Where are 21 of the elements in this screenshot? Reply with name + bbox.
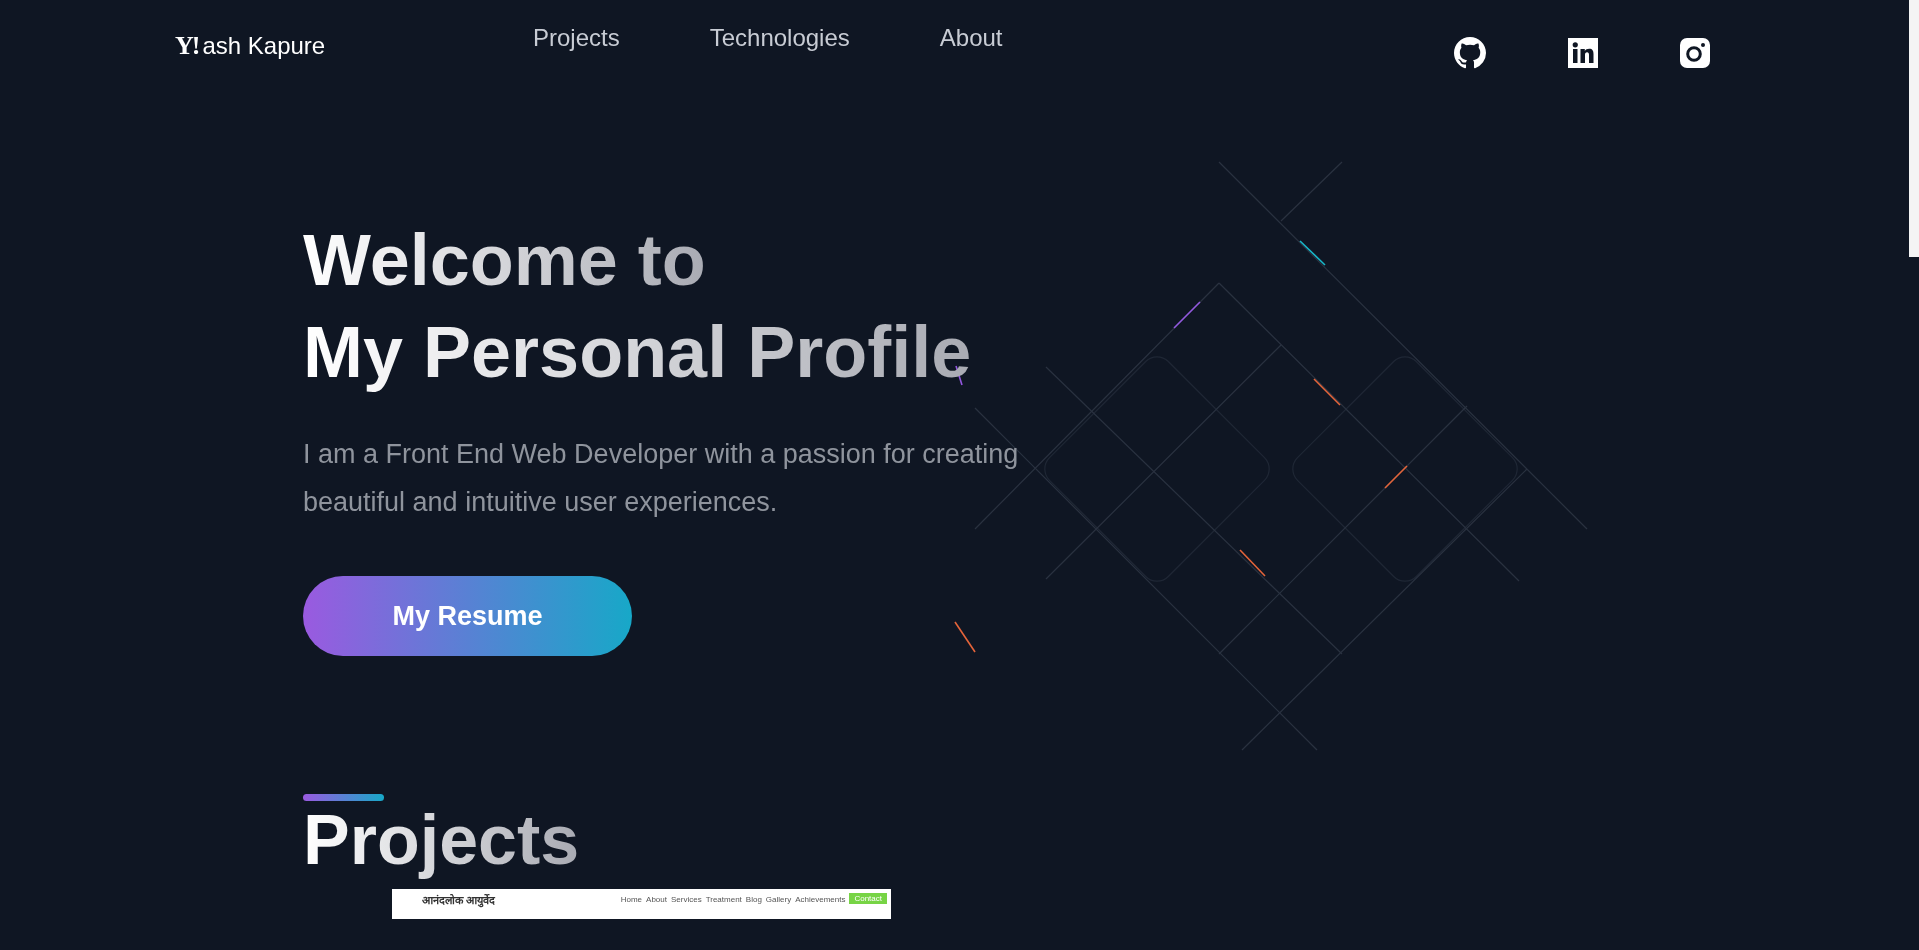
site-nav-link: About	[646, 895, 667, 904]
site-nav-link: Blog	[745, 895, 762, 904]
site-nav-link: Services	[670, 895, 702, 904]
resume-button[interactable]: My Resume	[303, 576, 632, 656]
contact-button: Contact	[849, 893, 887, 904]
scrollbar-thumb[interactable]	[1909, 0, 1919, 257]
project-screenshot[interactable]: आनंदलोक आयुर्वेद Home About Services Treatment Blog Gallery Achievements Contact	[392, 889, 891, 919]
hero-paragraph: I am a Front End Web Developer with a passion for creating beautiful and intuitive user experiences.	[303, 438, 1020, 519]
site-nav-link: Home	[620, 895, 643, 904]
nav-link[interactable]: Projects	[533, 24, 620, 52]
site-title: आनंदलोक आयुर्वेद	[422, 893, 496, 907]
site-nav-link: Treatment	[705, 895, 742, 904]
nav-link[interactable]: About	[939, 24, 1003, 52]
site-nav-link: Gallery	[765, 895, 792, 904]
logo-text[interactable]: ash Kapure	[202, 32, 326, 60]
instagram-icon[interactable]	[1680, 38, 1710, 68]
github-icon[interactable]	[1454, 37, 1486, 69]
linkedin-icon[interactable]	[1568, 38, 1598, 68]
site-nav-link: Achievements	[795, 895, 846, 904]
logo-mark[interactable]: Y!	[175, 31, 199, 61]
nav-link[interactable]: Technologies	[709, 24, 850, 52]
